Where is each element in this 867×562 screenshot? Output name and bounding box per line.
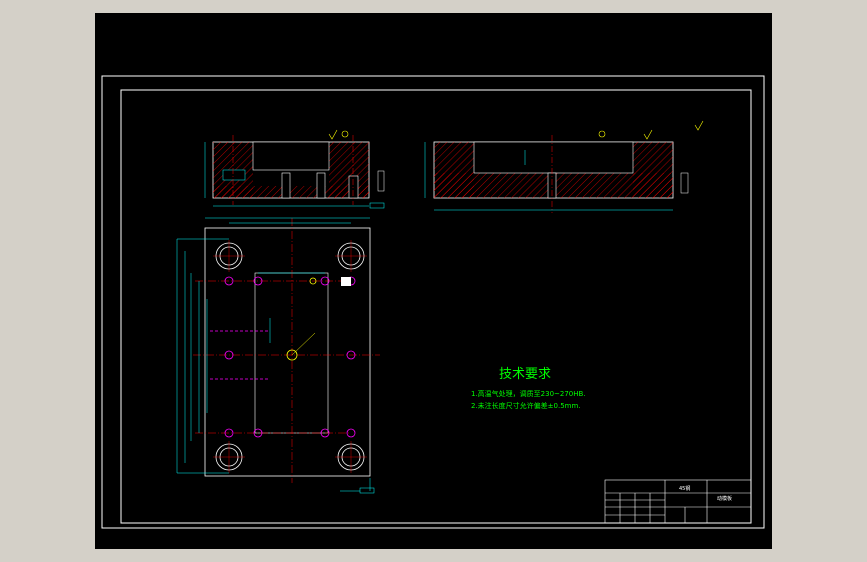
- drawing-name: 动模板: [717, 496, 733, 502]
- side-section-view: [204, 135, 385, 209]
- material-label: 45钢: [679, 486, 691, 492]
- tech-requirement-item: 2.未注长度尺寸允许偏差±0.5mm.: [471, 402, 581, 410]
- front-section-view: [424, 135, 689, 213]
- plan-view: [176, 217, 380, 494]
- tech-requirements-heading: 技术要求: [499, 367, 552, 382]
- cad-viewport[interactable]: 技术要求 1.高温气处理，调质至230~270HB. 2.未注长度尺寸允许偏差±…: [95, 13, 772, 549]
- screw-hole: [224, 276, 356, 438]
- tech-requirement-item: 1.高温气处理，调质至230~270HB.: [471, 390, 586, 398]
- mold-plate-drawing: [101, 75, 765, 529]
